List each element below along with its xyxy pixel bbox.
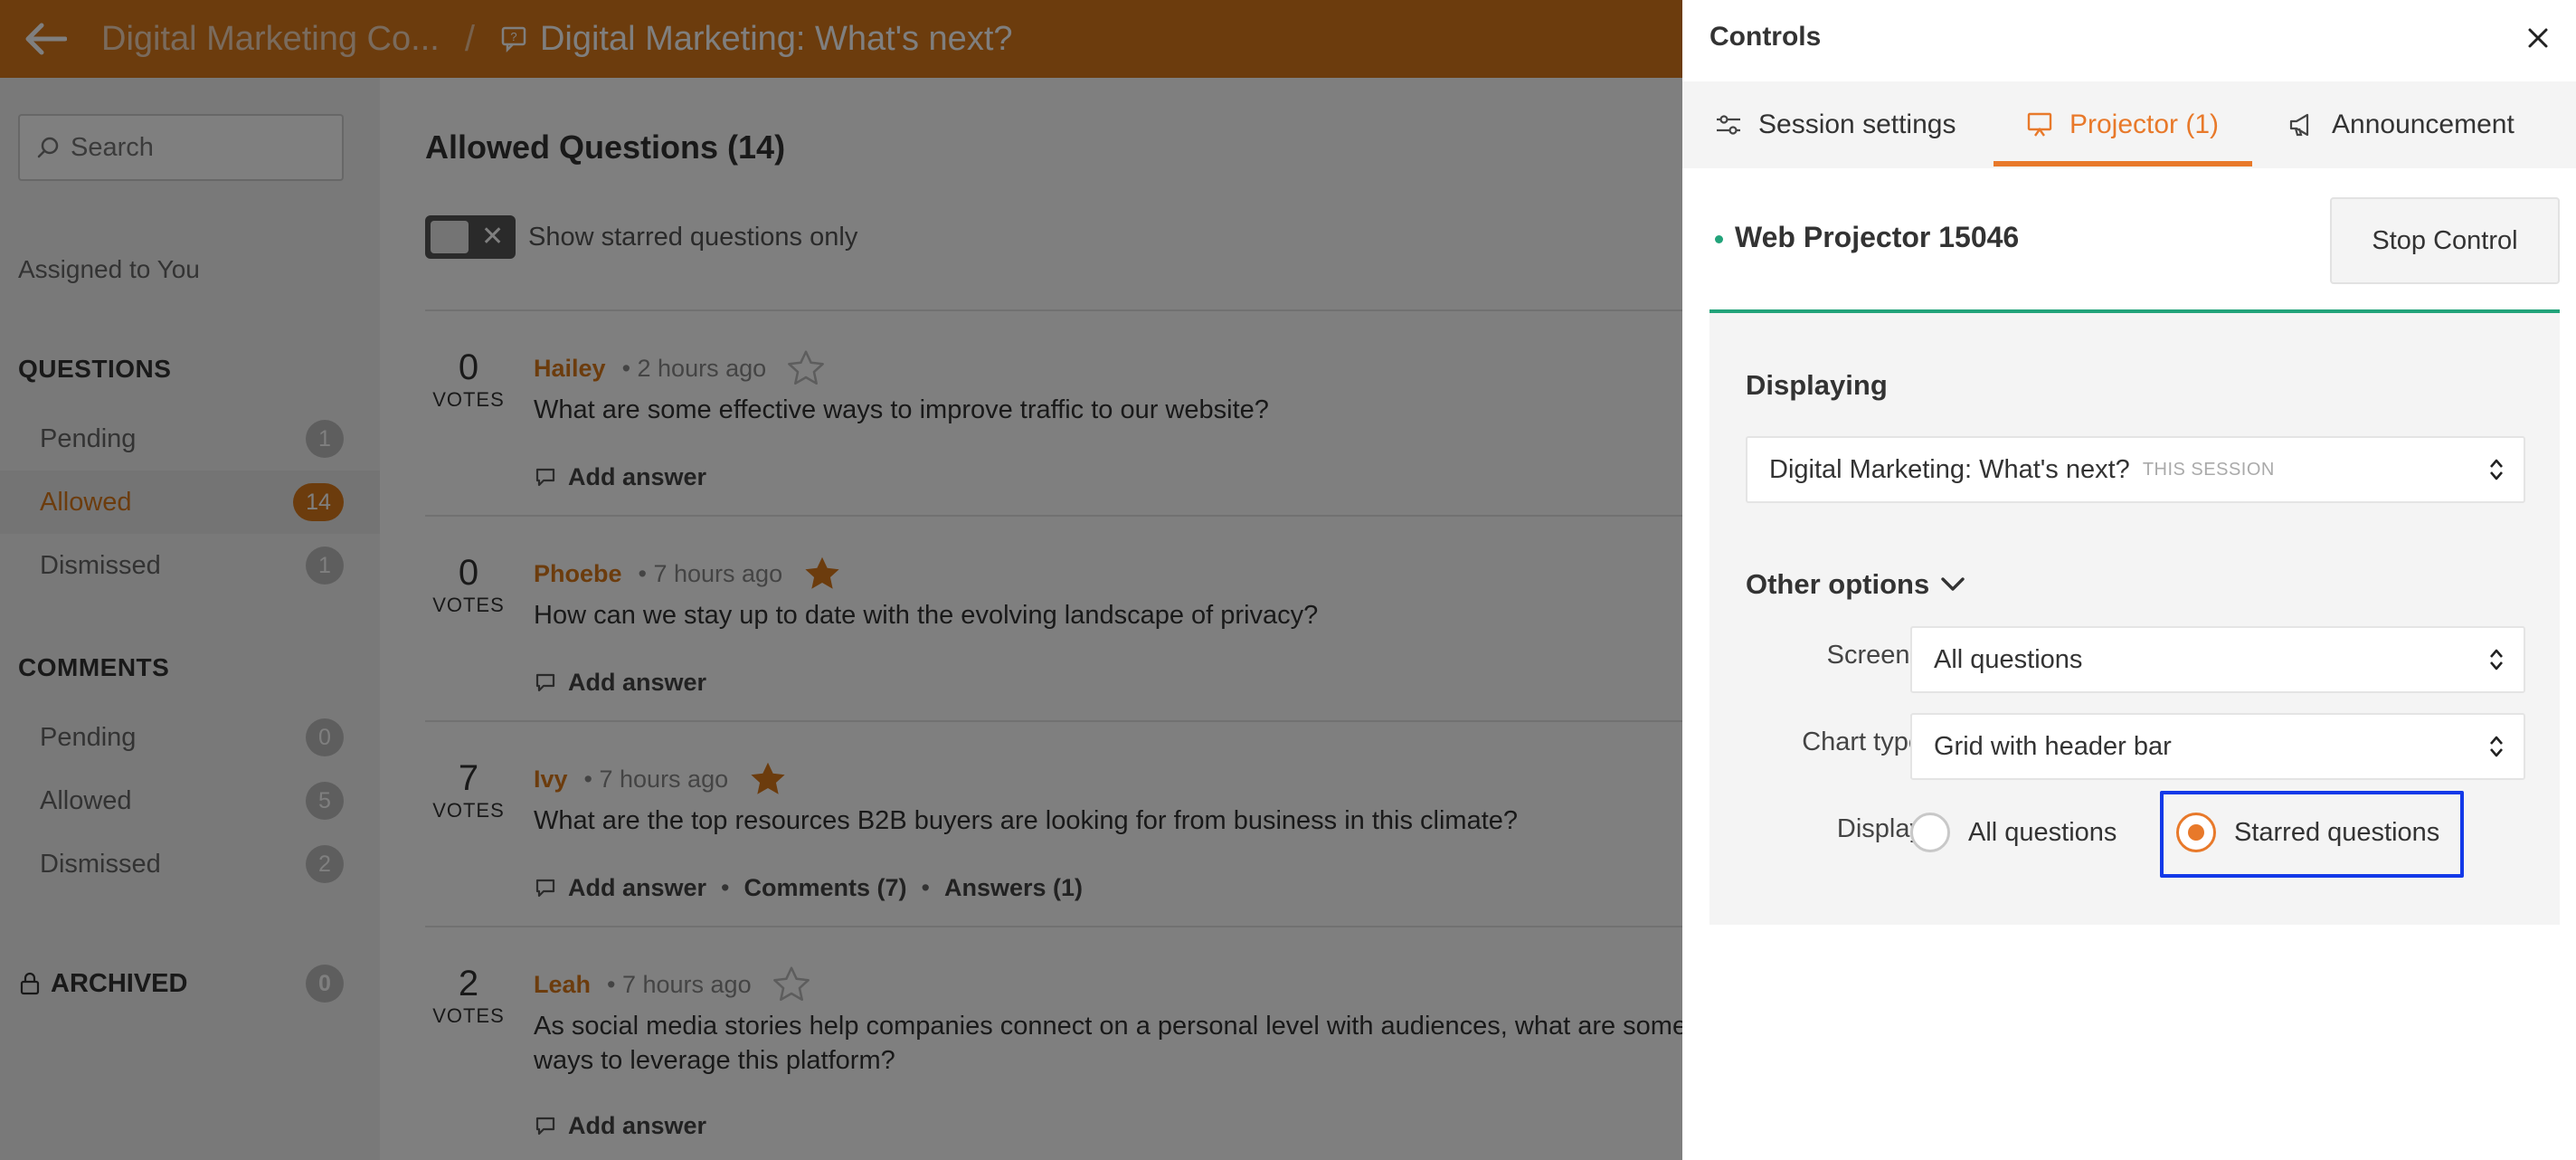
tab-label: Projector (1): [2069, 109, 2220, 139]
select-value: All questions: [1934, 644, 2083, 674]
panel-title: Controls: [1709, 22, 1822, 52]
status-dot: [1715, 235, 1723, 243]
projector-name: Web Projector 15046: [1735, 221, 2020, 253]
close-button[interactable]: [2520, 20, 2556, 56]
projector-icon: [2027, 112, 2052, 137]
other-options-toggle[interactable]: Other options: [1746, 568, 1965, 601]
projector-row: Web Projector 15046 Stop Control: [1709, 186, 2560, 313]
sort-arrows-icon: [2489, 457, 2504, 482]
displaying-select[interactable]: Digital Marketing: What's next? THIS SES…: [1746, 436, 2525, 503]
tab-announcement[interactable]: Announcement: [2288, 81, 2514, 168]
panel-tabs: Session settings Projector (1) Announcem…: [1682, 81, 2576, 168]
sort-arrows-icon: [2489, 734, 2504, 759]
tab-session-settings[interactable]: Session settings: [1715, 81, 1956, 168]
controls-panel: Controls Session settings Projector (1) …: [1682, 0, 2576, 1160]
select-value: Grid with header bar: [1934, 731, 2172, 761]
chart-type-label: Chart type: [1802, 727, 1923, 756]
stop-control-button[interactable]: Stop Control: [2330, 197, 2560, 284]
sliders-icon: [1717, 115, 1740, 135]
active-tab-indicator: [1994, 161, 2252, 166]
tab-label: Session settings: [1758, 109, 1956, 139]
select-value: Digital Marketing: What's next?: [1769, 454, 2130, 484]
sort-arrows-icon: [2489, 647, 2504, 672]
screens-select[interactable]: All questions: [1910, 626, 2525, 693]
displaying-label: Displaying: [1746, 369, 1888, 401]
display-option-all[interactable]: All questions: [1910, 813, 2117, 852]
close-icon: [2528, 28, 2548, 48]
display-label: Display: [1836, 814, 1923, 843]
screens-label: Screens: [1826, 641, 1923, 670]
radio-all-questions[interactable]: [1910, 813, 1950, 852]
modal-backdrop[interactable]: [0, 0, 1682, 1160]
megaphone-icon: [2289, 113, 2309, 137]
this-session-tag: THIS SESSION: [2142, 459, 2275, 480]
radio-label: All questions: [1968, 817, 2117, 847]
chart-type-select[interactable]: Grid with header bar: [1910, 713, 2525, 780]
displaying-section: Displaying Digital Marketing: What's nex…: [1709, 313, 2560, 925]
focus-highlight: [2160, 791, 2464, 878]
chevron-down-icon: [1941, 577, 1965, 591]
tab-label: Announcement: [2332, 109, 2514, 139]
tab-projector[interactable]: Projector (1): [2026, 81, 2219, 168]
